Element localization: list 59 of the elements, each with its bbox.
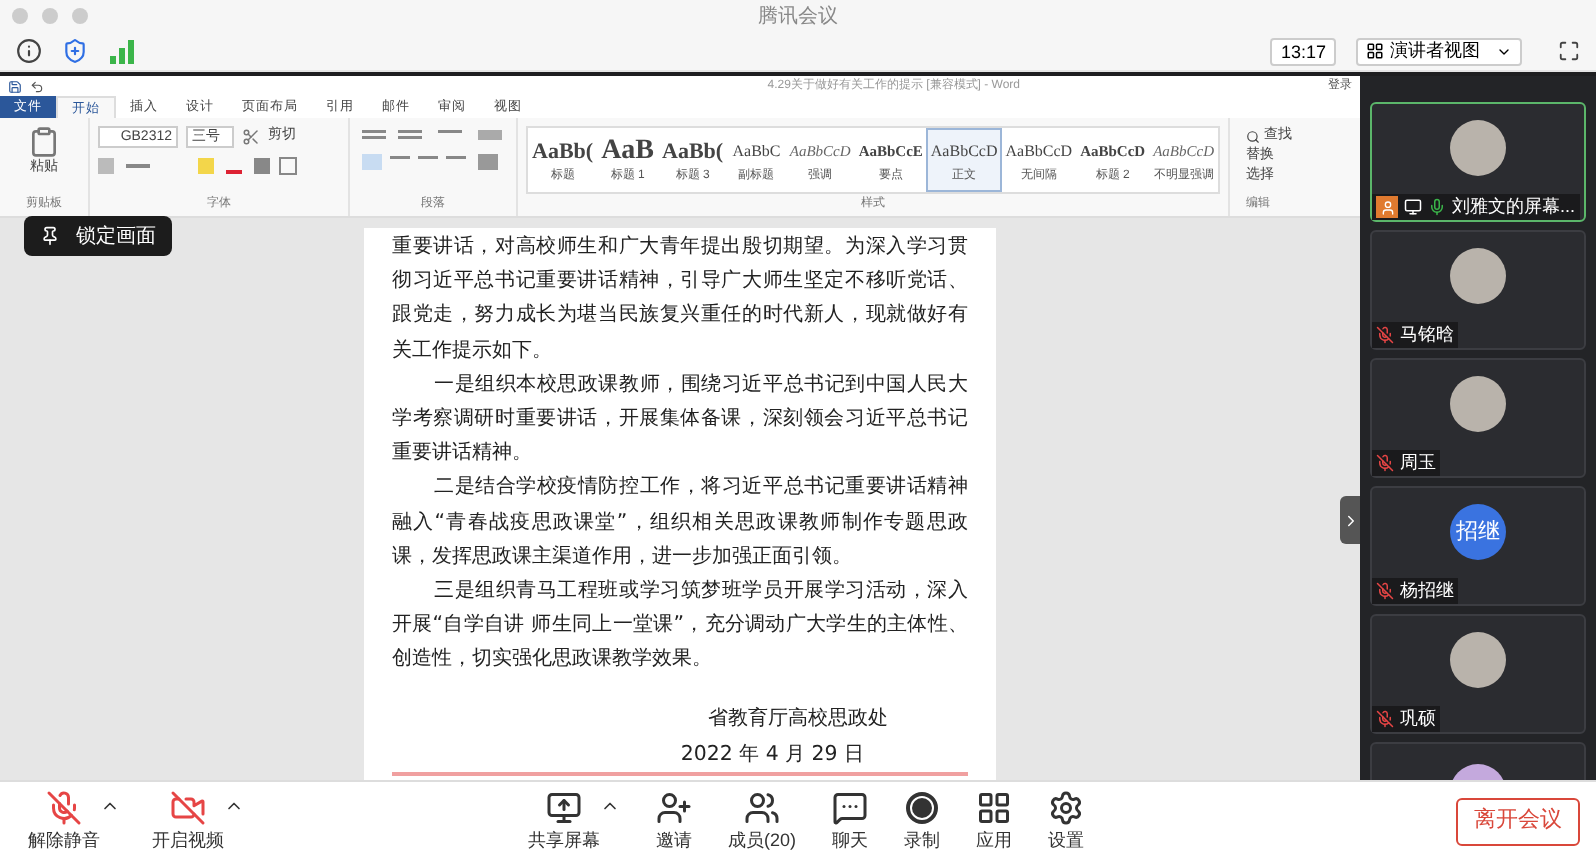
cut-icon[interactable] xyxy=(242,128,260,146)
search-icon xyxy=(1246,129,1260,143)
mic-off-icon xyxy=(46,787,82,828)
avatar-photo-placeholder xyxy=(1450,632,1506,688)
toolbar-button[interactable]: 邀请 xyxy=(644,787,704,855)
host-badge xyxy=(1376,196,1398,218)
window-title: 腾讯会议 xyxy=(758,3,838,31)
participant-name: 马铭晗 xyxy=(1400,321,1454,348)
toolbar-button[interactable]: 聊天 xyxy=(820,787,881,855)
collapse-handle[interactable] xyxy=(1340,496,1360,544)
undo-icon[interactable] xyxy=(30,79,44,93)
participant-tile[interactable]: 周玉 xyxy=(1370,358,1586,478)
record-icon xyxy=(906,787,939,828)
meeting-timer: 13:17 xyxy=(1270,37,1336,65)
settings-icon xyxy=(1048,787,1085,828)
participant-name: 周玉 xyxy=(1400,449,1436,476)
info-icon[interactable] xyxy=(16,38,42,64)
document-paragraph: 三是组织青马工程班或学习筑梦班学员开展学习活动，深入开展“自学自讲 师生同上一堂课”，充分调动广大学生的主体性、创造性，切实强化思政课教学效果。 xyxy=(392,577,968,675)
pin-icon xyxy=(40,226,60,246)
avatar-photo-placeholder xyxy=(1450,120,1506,176)
avatar-photo-placeholder xyxy=(1450,248,1506,304)
toolbar-button[interactable]: 设置 xyxy=(1036,787,1097,855)
video-off-icon xyxy=(170,787,206,828)
paste-icon[interactable] xyxy=(28,126,60,158)
toolbar-button[interactable]: 开启视频 xyxy=(140,787,256,855)
participant-tile[interactable]: 刘雅文的屏幕... xyxy=(1370,102,1586,222)
members-icon xyxy=(744,787,780,828)
toolbar-button[interactable]: 录制 xyxy=(892,787,953,855)
layout-icon xyxy=(1366,42,1384,60)
participant-name: 杨招继 xyxy=(1400,577,1454,604)
document-signature: 省教育厅高校思政处 xyxy=(708,705,888,735)
participant-tile[interactable]: 巩硕 xyxy=(1370,614,1586,734)
toolbar-button[interactable]: 应用 xyxy=(964,787,1025,855)
toolbar-button[interactable]: 解除静音 xyxy=(16,787,132,855)
share-icon xyxy=(546,787,582,828)
save-icon[interactable] xyxy=(8,79,22,93)
participant-tile[interactable]: 马铭晗 xyxy=(1370,230,1586,350)
document-paragraph: 一是组织本校思政课教师，围绕习近平总书记到中国人民大学考察调研时重要讲话，开展集体备课，深刻领会习近平总书记重要讲话精神。 xyxy=(392,371,968,469)
document-paragraph: 重要讲话，对高校师生和广大青年提出殷切期望。为深入学习贯彻习近平总书记重要讲话精神，引导广大师生坚定不移听党话、跟党走，努力成长为堪当民族复兴重任的时代新人，现就做好有关工作提示如下。 xyxy=(392,233,968,366)
avatar-photo-placeholder xyxy=(1450,376,1506,432)
apps-icon xyxy=(976,787,1013,828)
tooltip-text: 锁定画面 xyxy=(76,223,156,251)
signal-icon xyxy=(108,37,136,65)
leave-meeting-button[interactable]: 离开会议 xyxy=(1456,797,1580,845)
toolbar-button[interactable]: 成员(20) xyxy=(716,787,809,855)
fullscreen-icon[interactable] xyxy=(1558,40,1580,62)
screen-share-icon xyxy=(1404,198,1422,216)
view-mode-button[interactable]: 演讲者视图 xyxy=(1356,37,1522,65)
document-signature: 2022 年 4 月 29 日 xyxy=(680,741,864,770)
participant-name: 巩硕 xyxy=(1400,705,1436,732)
chat-icon xyxy=(832,787,869,828)
paragraph-tools-drawing xyxy=(358,126,502,174)
participant-tile[interactable]: 招继 杨招继 xyxy=(1370,486,1586,606)
shield-icon[interactable] xyxy=(62,38,88,64)
participant-name: 刘雅文的屏幕... xyxy=(1452,193,1576,220)
document-paragraph: 二是结合学校疫情防控工作，将习近平总书记重要讲话精神融入“青春战疫思政课堂”，组织相关思政课教师制作专题思政课，发挥思政课主渠道作用，进一步加强正面引领。 xyxy=(392,473,968,572)
toolbar-button[interactable]: 共享屏幕 xyxy=(516,787,632,855)
invite-icon xyxy=(656,787,692,828)
lock-tooltip[interactable]: 锁定画面 xyxy=(24,216,172,256)
